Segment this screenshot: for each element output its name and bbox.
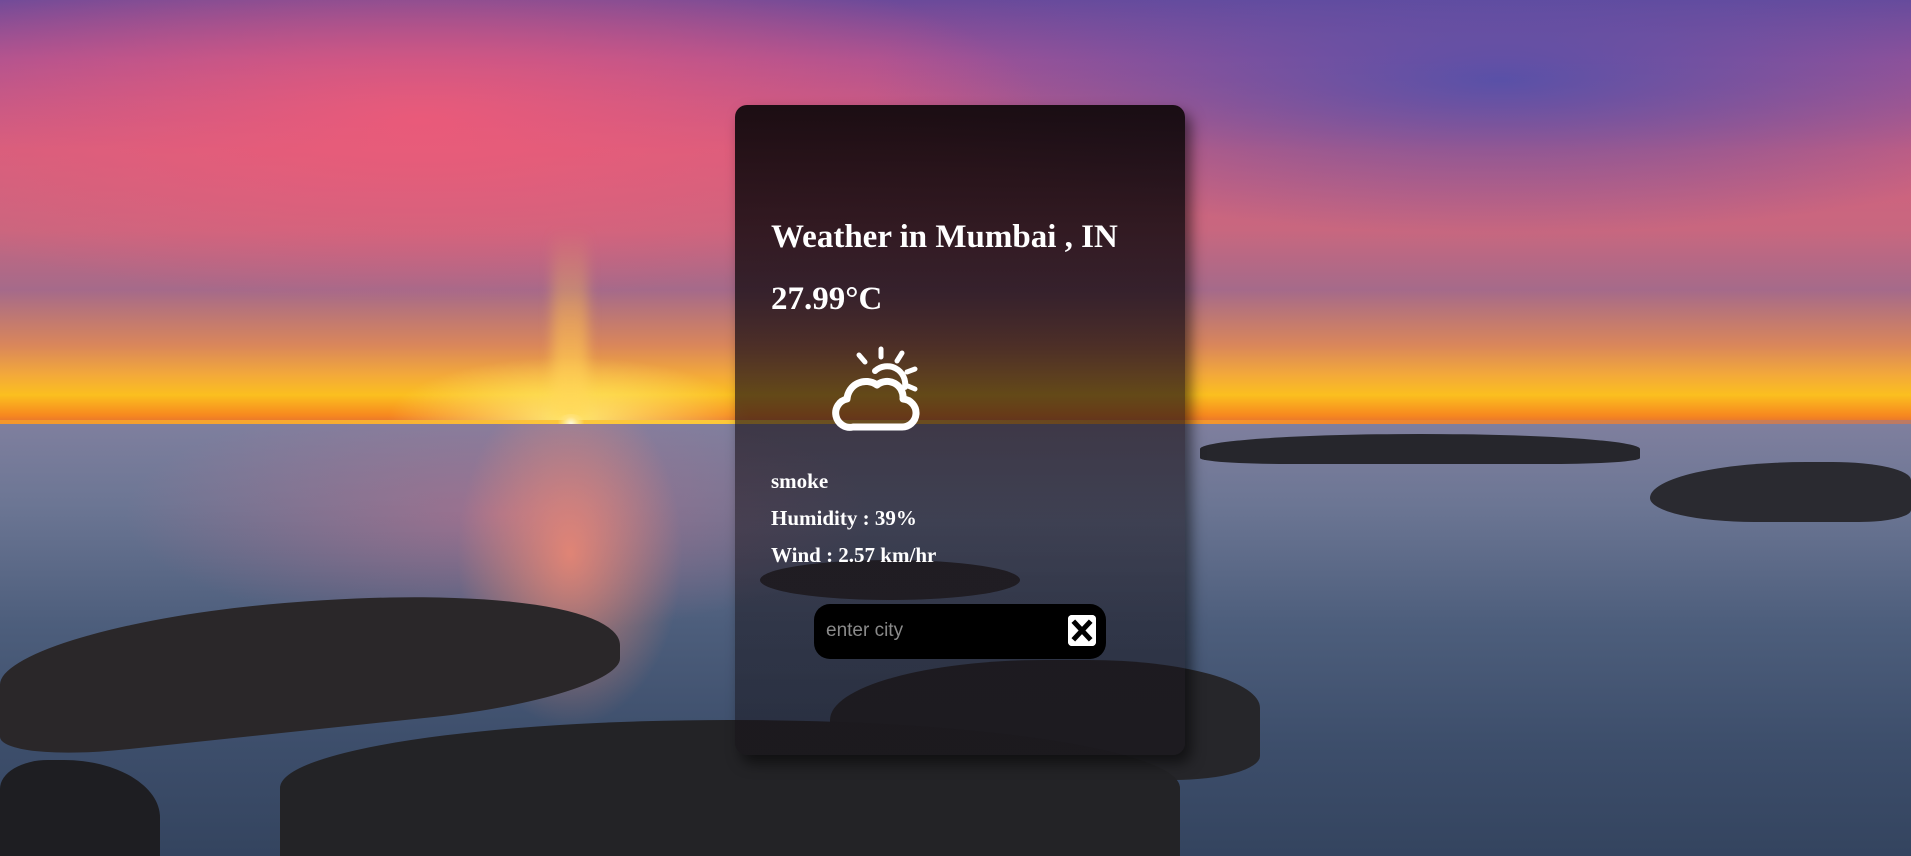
weather-card: Weather in Mumbai , IN 27.99°C smoke Hum…	[735, 105, 1185, 755]
city-search-input[interactable]	[826, 616, 1046, 646]
weather-description: smoke	[771, 469, 829, 493]
clear-search-button[interactable]	[1068, 615, 1096, 646]
wind-text: Wind : 2.57 km/hr	[771, 543, 937, 567]
search-bar	[814, 604, 1106, 659]
temperature: 27.99°C	[771, 281, 883, 317]
city-title: Weather in Mumbai , IN	[771, 219, 1118, 255]
humidity-text: Humidity : 39%	[771, 506, 917, 530]
partly-cloudy-sun-icon	[832, 346, 920, 431]
close-icon	[1068, 615, 1096, 646]
sun-glow	[552, 230, 588, 420]
rock	[1200, 434, 1640, 464]
